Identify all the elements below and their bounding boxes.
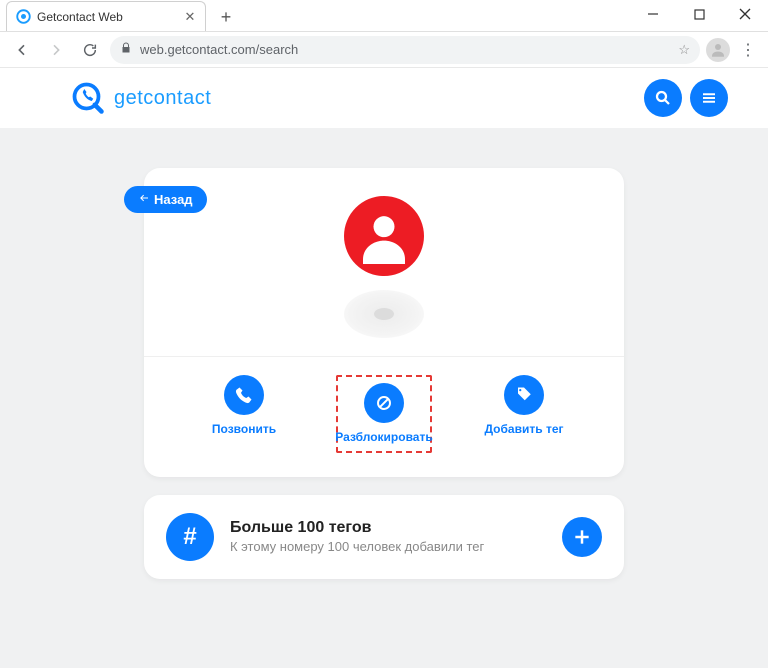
profile-avatar-button[interactable] — [706, 38, 730, 62]
call-action[interactable]: Позвонить — [196, 375, 292, 453]
hamburger-icon — [700, 89, 718, 107]
browser-titlebar: Getcontact Web ✕ + — [0, 0, 768, 32]
header-actions — [644, 79, 728, 117]
browser-address-bar: web.getcontact.com/search ☆ ⋮ — [0, 32, 768, 68]
tags-subtitle: К этому номеру 100 человек добавили тег — [230, 539, 546, 554]
profile-card: Назад Позвонить — [144, 168, 624, 477]
bookmark-star-icon[interactable]: ☆ — [678, 42, 690, 58]
header-search-button[interactable] — [644, 79, 682, 117]
add-button[interactable] — [562, 517, 602, 557]
tab-favicon — [15, 9, 31, 25]
url-text: web.getcontact.com/search — [140, 42, 298, 57]
logo-icon — [70, 80, 106, 116]
unblock-label: Разблокировать — [335, 431, 432, 445]
plus-icon — [572, 527, 592, 547]
site-header: getcontact — [0, 68, 768, 128]
window-close-button[interactable] — [722, 0, 768, 28]
nav-reload-button[interactable] — [76, 36, 104, 64]
window-maximize-button[interactable] — [676, 0, 722, 28]
arrow-left-icon — [138, 192, 150, 207]
nav-forward-button[interactable] — [42, 36, 70, 64]
browser-menu-button[interactable]: ⋮ — [736, 38, 760, 62]
tab-close-icon[interactable]: ✕ — [183, 10, 197, 24]
search-icon — [654, 89, 672, 107]
avatar-shadow — [344, 290, 424, 338]
block-icon — [364, 383, 404, 423]
site-logo[interactable]: getcontact — [70, 80, 211, 116]
profile-area — [144, 168, 624, 357]
header-menu-button[interactable] — [690, 79, 728, 117]
tag-icon — [504, 375, 544, 415]
actions-row: Позвонить Разблокировать Добавить тег — [144, 357, 624, 477]
phone-icon — [224, 375, 264, 415]
browser-tab[interactable]: Getcontact Web ✕ — [6, 1, 206, 31]
tags-text-block: Больше 100 тегов К этому номеру 100 чело… — [230, 519, 546, 554]
add-tag-label: Добавить тег — [484, 423, 563, 437]
tab-title: Getcontact Web — [37, 10, 177, 24]
add-tag-action[interactable]: Добавить тег — [476, 375, 572, 453]
window-minimize-button[interactable] — [630, 0, 676, 28]
back-button[interactable]: Назад — [124, 186, 207, 213]
hash-icon: # — [166, 513, 214, 561]
window-controls — [630, 0, 768, 32]
back-label: Назад — [154, 192, 193, 207]
unblock-action[interactable]: Разблокировать — [336, 375, 432, 453]
url-field[interactable]: web.getcontact.com/search ☆ — [110, 36, 700, 64]
tags-title: Больше 100 тегов — [230, 519, 546, 537]
logo-text: getcontact — [114, 87, 211, 110]
new-tab-button[interactable]: + — [214, 5, 238, 29]
tags-card: # Больше 100 тегов К этому номеру 100 че… — [144, 495, 624, 579]
page-body: getcontact Назад — [0, 68, 768, 668]
contact-avatar — [344, 196, 424, 276]
call-label: Позвонить — [212, 423, 276, 437]
nav-back-button[interactable] — [8, 36, 36, 64]
person-icon — [356, 208, 412, 264]
lock-icon — [120, 42, 132, 57]
content-area: Назад Позвонить — [0, 128, 768, 668]
